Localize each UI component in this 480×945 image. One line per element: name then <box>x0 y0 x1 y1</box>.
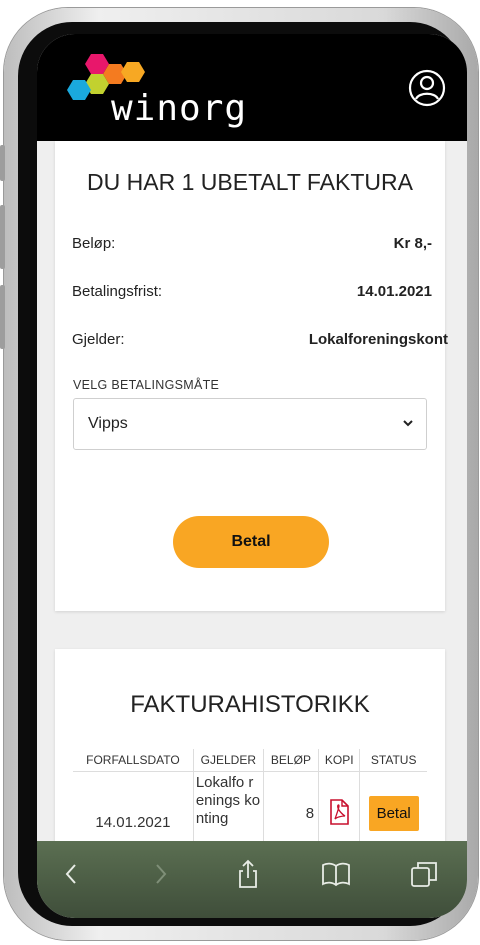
column-header-status: STATUS <box>359 749 427 772</box>
column-header-amount: BELØP <box>262 749 319 772</box>
history-title: FAKTURAHISTORIKK <box>130 691 370 718</box>
payment-method-select[interactable]: Vipps <box>73 398 427 450</box>
history-table: FORFALLSDATO GJELDER BELØP KOPI STATUS 1… <box>73 749 427 856</box>
winorg-logo[interactable]: winorg <box>63 50 246 132</box>
pdf-icon[interactable] <box>328 799 350 826</box>
payment-method-value: Vipps <box>88 415 128 432</box>
side-button <box>0 285 5 349</box>
profile-button[interactable] <box>407 68 447 108</box>
tabs-icon[interactable] <box>409 859 439 889</box>
unpaid-invoice-card: DU HAR 1 UBETALT FAKTURA Beløp: Kr 8,- B… <box>55 141 448 611</box>
back-icon[interactable] <box>57 859 87 889</box>
phone-screen: winorg DU HAR 1 UBETALT FAKTURA Beløp: K… <box>37 34 467 918</box>
forward-icon[interactable] <box>145 859 175 889</box>
pay-button[interactable]: Betal <box>173 516 329 568</box>
regarding-label: Gjelder: <box>72 331 125 348</box>
share-icon[interactable] <box>233 859 263 889</box>
chevron-down-icon <box>403 420 413 427</box>
user-circle-icon <box>408 69 446 107</box>
side-button <box>0 205 5 269</box>
page-content: DU HAR 1 UBETALT FAKTURA Beløp: Kr 8,- B… <box>37 141 467 889</box>
amount-value: Kr 8,- <box>393 235 432 252</box>
table-header-row: FORFALLSDATO GJELDER BELØP KOPI STATUS <box>73 749 427 772</box>
app-header: winorg <box>37 34 467 141</box>
column-header-due-date: FORFALLSDATO <box>73 749 194 772</box>
status-pay-button[interactable]: Betal <box>368 796 419 832</box>
invoice-title: DU HAR 1 UBETALT FAKTURA <box>87 169 413 195</box>
logo-text: winorg <box>111 88 248 129</box>
bookmarks-icon[interactable] <box>321 859 351 889</box>
column-header-copy: KOPI <box>318 749 360 772</box>
regarding-value: Lokalforeningskont <box>308 331 448 348</box>
column-header-regarding: GJELDER <box>192 749 264 772</box>
amount-label: Beløp: <box>72 235 116 252</box>
side-button <box>0 145 5 181</box>
payment-method-label: VELG BETALINGSMÅTE <box>73 378 220 392</box>
due-date-value: 14.01.2021 <box>356 283 432 300</box>
browser-toolbar <box>37 841 467 918</box>
due-date-label: Betalingsfrist: <box>72 283 163 300</box>
